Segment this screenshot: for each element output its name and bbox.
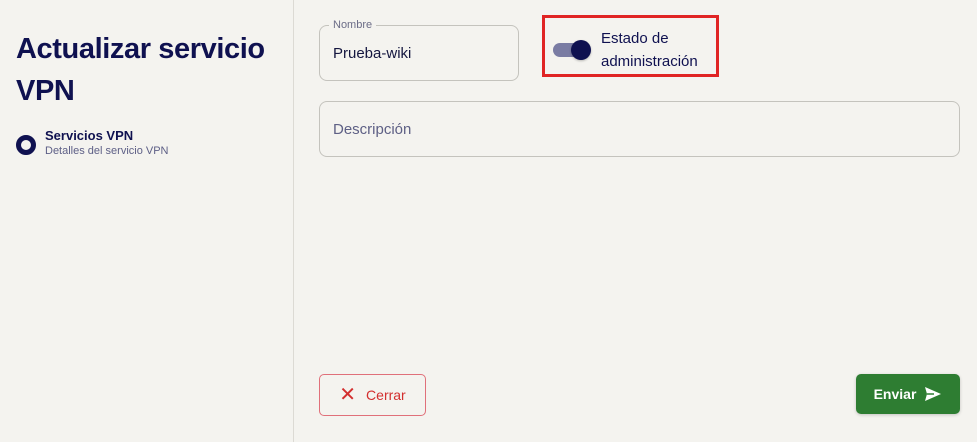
vpn-update-dialog: Actualizar servicio VPN Servicios VPN De… (0, 0, 977, 442)
name-field-value[interactable]: Prueba-wiki (333, 45, 411, 62)
name-field-label: Nombre (329, 18, 377, 32)
toggle-thumb (571, 40, 591, 60)
description-field[interactable]: Descripción (319, 101, 960, 157)
step-title: Servicios VPN (45, 128, 134, 143)
close-button-label: Cerrar (366, 387, 406, 403)
left-pane: Actualizar servicio VPN Servicios VPN De… (0, 0, 294, 442)
send-button-label: Enviar (873, 386, 917, 402)
close-icon: ✕ (339, 384, 357, 406)
stepper-step-vpn-services: Servicios VPN Detalles del servicio VPN (16, 127, 169, 159)
step-text: Servicios VPN Detalles del servicio VPN (45, 127, 169, 159)
page-title: Actualizar servicio VPN (16, 33, 265, 107)
description-placeholder: Descripción (333, 121, 412, 138)
admin-state-toggle[interactable] (553, 40, 593, 60)
step-subtitle: Detalles del servicio VPN (45, 145, 169, 157)
step-active-indicator-icon (16, 135, 36, 155)
close-button[interactable]: ✕ Cerrar (319, 374, 426, 416)
admin-state-label: Estado de administración (601, 30, 698, 70)
name-field[interactable]: Nombre Prueba-wiki (319, 18, 519, 81)
send-icon (925, 387, 942, 401)
admin-state-toggle-highlight: Estado de administración (542, 15, 719, 77)
send-button[interactable]: Enviar (856, 374, 960, 414)
